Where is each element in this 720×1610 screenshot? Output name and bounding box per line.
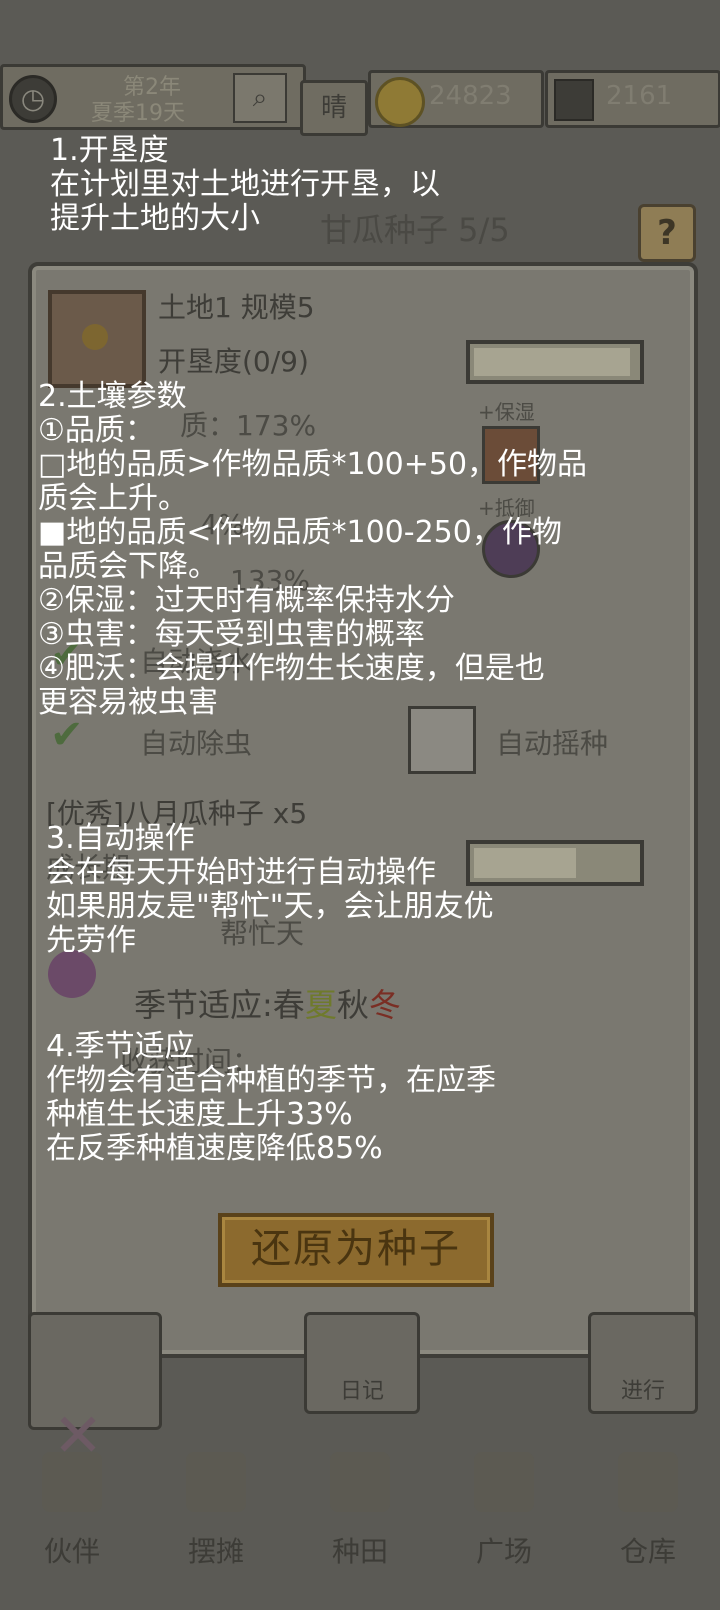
coin-counter: 24823 bbox=[368, 70, 544, 128]
season-adapt-row: 季节适应:春夏秋冬 bbox=[134, 980, 401, 1026]
season-summer: 夏 bbox=[304, 986, 337, 1024]
help-line: 更容易被虫害 bbox=[38, 685, 218, 720]
date-panel: ◷ 第2年 夏季19天 ⌕ bbox=[0, 64, 306, 130]
search-icon[interactable]: ⌕ bbox=[233, 73, 287, 123]
warehouse-icon bbox=[618, 1452, 678, 1512]
help-heading: 4.季节适应 bbox=[46, 1029, 195, 1064]
diary-button[interactable]: 日记 bbox=[304, 1312, 420, 1414]
gem-amount: 2161 bbox=[606, 81, 673, 111]
auto-pest-label: 自动除虫 bbox=[140, 727, 253, 760]
help-heading: 3.自动操作 bbox=[46, 821, 195, 856]
coin-icon bbox=[375, 77, 425, 127]
clock-icon: ◷ bbox=[9, 75, 57, 123]
auto-sow-label: 自动摇种 bbox=[496, 727, 609, 760]
proceed-label: 进行 bbox=[620, 1379, 665, 1404]
close-icon[interactable]: ✕ bbox=[46, 1404, 110, 1468]
proceed-button[interactable]: 进行 bbox=[588, 1312, 698, 1414]
help-line: 会在每天开始时进行自动操作 bbox=[46, 855, 436, 890]
nav-label: 摆摊 bbox=[187, 1535, 244, 1568]
top-status-bar: ◷ 第2年 夏季19天 ⌕ 晴 24823 2161 bbox=[0, 60, 720, 136]
book-icon bbox=[554, 79, 594, 121]
weather-badge: 晴 bbox=[300, 80, 368, 136]
help-line: ④肥沃：会提升作物生长速度，但是也 bbox=[38, 651, 545, 686]
help-line: 先劳作 bbox=[46, 923, 136, 958]
season-label: 季节适应: bbox=[134, 986, 273, 1024]
help-line: 提升土地的大小 bbox=[50, 201, 260, 236]
help-heading: 1.开垦度 bbox=[50, 133, 169, 168]
reclaim-label: 开垦度(0/9) bbox=[158, 345, 309, 378]
help-section-auto: 3.自动操作 会在每天开始时进行自动操作 如果朋友是"帮忙"天，会让朋友优 先劳… bbox=[46, 822, 494, 958]
help-section-reclaim: 1.开垦度 在计划里对土地进行开垦，以 提升土地的大小 bbox=[50, 134, 440, 236]
season-winter: 冬 bbox=[368, 986, 401, 1024]
season-spring: 春 bbox=[272, 986, 305, 1024]
help-line: 质会上升。 bbox=[38, 481, 188, 516]
land-title: 土地1 规模5 bbox=[158, 291, 315, 324]
farm-icon bbox=[330, 1452, 390, 1512]
help-section-season: 4.季节适应 作物会有适合种植的季节，在应季 种植生长速度上升33% 在反季种植… bbox=[46, 1030, 496, 1166]
season-autumn: 秋 bbox=[336, 986, 369, 1024]
help-line: 作物会有适合种植的季节，在应季 bbox=[46, 1063, 496, 1098]
help-line: ■地的品质<作物品质*100-250，作物 bbox=[38, 515, 562, 550]
help-line: 在计划里对土地进行开垦，以 bbox=[50, 167, 440, 202]
nav-label: 伙伴 bbox=[43, 1535, 100, 1568]
help-line: ②保湿：过天时有概率保持水分 bbox=[38, 583, 455, 618]
nav-warehouse[interactable]: 仓库 bbox=[576, 1432, 720, 1610]
help-line: 品质会下降。 bbox=[38, 549, 218, 584]
nav-label: 仓库 bbox=[619, 1535, 676, 1568]
help-section-soil: 2.土壤参数 ①品质： □地的品质>作物品质*100+50，作物品 质会上升。 … bbox=[38, 380, 587, 720]
carrot-icon bbox=[82, 324, 108, 350]
help-line: 如果朋友是"帮忙"天，会让朋友优 bbox=[46, 889, 494, 924]
help-line: ①品质： bbox=[38, 413, 155, 448]
diary-label: 日记 bbox=[339, 1379, 384, 1404]
nav-label: 广场 bbox=[475, 1535, 532, 1568]
gem-counter: 2161 bbox=[545, 70, 720, 128]
nav-stall[interactable]: 摆摊 bbox=[144, 1432, 288, 1610]
restore-to-seed-button[interactable]: 还原为种子 bbox=[218, 1213, 494, 1287]
coin-amount: 24823 bbox=[429, 81, 512, 111]
plaza-icon bbox=[474, 1452, 534, 1512]
help-heading: 2.土壤参数 bbox=[38, 379, 187, 414]
season-day-label: 夏季19天 bbox=[91, 101, 185, 126]
help-button[interactable]: ? bbox=[638, 204, 696, 262]
help-line: 在反季种植速度降低85% bbox=[46, 1131, 383, 1166]
help-line: 种植生长速度上升33% bbox=[46, 1097, 353, 1132]
nav-label: 种田 bbox=[331, 1535, 388, 1568]
reclaim-progress-bar bbox=[466, 340, 644, 384]
nav-plaza[interactable]: 广场 bbox=[432, 1432, 576, 1610]
nav-farm[interactable]: 种田 bbox=[288, 1432, 432, 1610]
help-line: ③虫害：每天受到虫害的概率 bbox=[38, 617, 425, 652]
land-slot bbox=[48, 290, 146, 388]
stall-icon bbox=[186, 1452, 246, 1512]
help-line: □地的品质>作物品质*100+50，作物品 bbox=[38, 447, 588, 482]
